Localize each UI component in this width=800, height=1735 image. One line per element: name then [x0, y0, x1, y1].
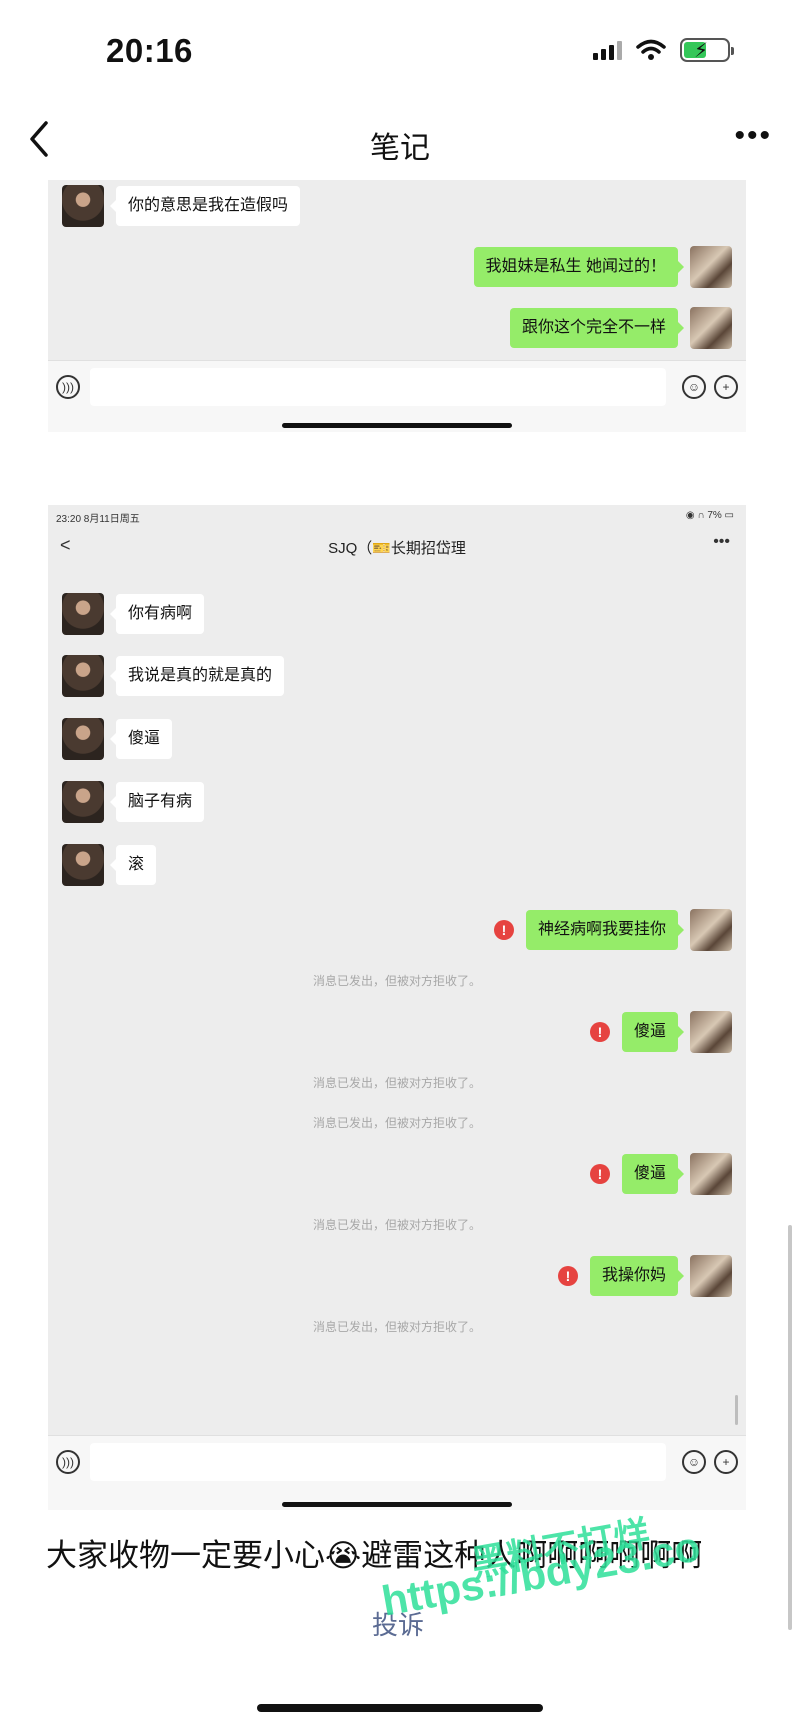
- message-bubble: 脑子有病: [109, 782, 205, 822]
- message-bubble: 你的意思是我在造假吗: [109, 186, 301, 226]
- message-bubble: 滚: [109, 845, 157, 885]
- avatar: [690, 1011, 732, 1053]
- emoji-icon[interactable]: ☺: [682, 375, 706, 399]
- send-failed-icon[interactable]: !: [589, 1022, 610, 1042]
- chat-title: SJQ（🎫长期招岱理: [328, 540, 466, 557]
- chat-scrollbar[interactable]: [735, 1395, 738, 1425]
- message-bubble: 我说是真的就是真的: [109, 656, 285, 696]
- cellular-signal-icon: [593, 40, 622, 60]
- chat-screenshot-2: 23:20 8月11日周五 ◉ ∩ 7% ▭ < SJQ（🎫长期招岱理 ••• …: [48, 505, 746, 1510]
- chat-screenshot-1: 你的意思是我在造假吗 我姐妹是私生 她闻过的！ 跟你这个完全不一样 ))) ☺ …: [48, 180, 746, 432]
- avatar: [62, 593, 104, 635]
- message-bubble: 你有病啊: [109, 594, 205, 634]
- avatar: [690, 246, 732, 288]
- chat-input-bar: ))) ☺ +: [48, 1435, 746, 1510]
- avatar: [690, 307, 732, 349]
- message-row: 跟你这个完全不一样: [48, 307, 746, 349]
- rejected-note: 消息已发出，但被对方拒收了。: [312, 1218, 481, 1232]
- avatar: [690, 1255, 732, 1297]
- message-row: 我姐妹是私生 她闻过的！: [48, 246, 746, 288]
- plus-icon[interactable]: +: [714, 1450, 738, 1474]
- page-scrollbar[interactable]: [788, 1225, 792, 1630]
- home-indicator: [257, 1704, 543, 1712]
- plus-icon[interactable]: +: [714, 375, 738, 399]
- wifi-icon: [636, 39, 666, 60]
- message-row: 我说是真的就是真的: [48, 655, 746, 697]
- home-indicator: [282, 1502, 512, 1507]
- send-failed-icon[interactable]: !: [493, 920, 514, 940]
- rejected-note: 消息已发出，但被对方拒收了。: [312, 974, 481, 988]
- mini-battery-level: 7%: [707, 510, 722, 521]
- message-row: ! 傻逼: [48, 1153, 746, 1195]
- message-row: ! 神经病啊我要挂你: [48, 909, 746, 951]
- send-failed-icon[interactable]: !: [557, 1266, 578, 1286]
- avatar: [62, 718, 104, 760]
- avatar: [62, 185, 104, 227]
- message-bubble: 傻逼: [109, 719, 173, 759]
- message-row: 滚: [48, 844, 746, 886]
- status-icons: ⚡: [593, 38, 734, 62]
- message-input[interactable]: [90, 368, 666, 406]
- avatar: [62, 844, 104, 886]
- voice-icon[interactable]: ))): [56, 1450, 80, 1474]
- avatar: [690, 909, 732, 951]
- message-bubble: 傻逼: [621, 1012, 685, 1052]
- status-time: 20:16: [106, 32, 193, 69]
- home-indicator: [282, 423, 512, 428]
- message-row: ! 我操你妈: [48, 1255, 746, 1297]
- rejected-note: 消息已发出，但被对方拒收了。: [312, 1076, 481, 1090]
- send-failed-icon[interactable]: !: [589, 1164, 610, 1184]
- message-row: 脑子有病: [48, 781, 746, 823]
- message-input[interactable]: [90, 1443, 666, 1481]
- message-bubble: 神经病啊我要挂你: [525, 910, 685, 950]
- message-row: 你有病啊: [48, 593, 746, 635]
- message-row: 傻逼: [48, 718, 746, 760]
- battery-icon: ⚡: [680, 38, 734, 62]
- avatar: [62, 655, 104, 697]
- message-bubble: 傻逼: [621, 1154, 685, 1194]
- rejected-note: 消息已发出，但被对方拒收了。: [312, 1320, 481, 1334]
- status-bar: 20:16 ⚡: [0, 0, 800, 100]
- mini-status-battery: ◉ ∩ 7% ▭: [685, 510, 734, 521]
- avatar: [690, 1153, 732, 1195]
- message-bubble: 跟你这个完全不一样: [509, 308, 685, 348]
- message-row: ! 傻逼: [48, 1011, 746, 1053]
- rejected-note: 消息已发出，但被对方拒收了。: [312, 1116, 481, 1130]
- page-title: 笔记: [370, 132, 430, 165]
- message-bubble: 我姐妹是私生 她闻过的！: [473, 247, 685, 287]
- emoji-icon[interactable]: ☺: [682, 1450, 706, 1474]
- more-icon[interactable]: •••: [734, 119, 772, 153]
- chat-input-bar: ))) ☺ +: [48, 360, 746, 432]
- voice-icon[interactable]: ))): [56, 375, 80, 399]
- avatar: [62, 781, 104, 823]
- message-row: 你的意思是我在造假吗: [48, 185, 746, 227]
- nav-bar: 笔记 •••: [0, 105, 800, 175]
- mini-status-time: 23:20 8月11日周五: [56, 514, 140, 525]
- message-bubble: 我操你妈: [589, 1256, 685, 1296]
- more-icon[interactable]: •••: [713, 533, 730, 551]
